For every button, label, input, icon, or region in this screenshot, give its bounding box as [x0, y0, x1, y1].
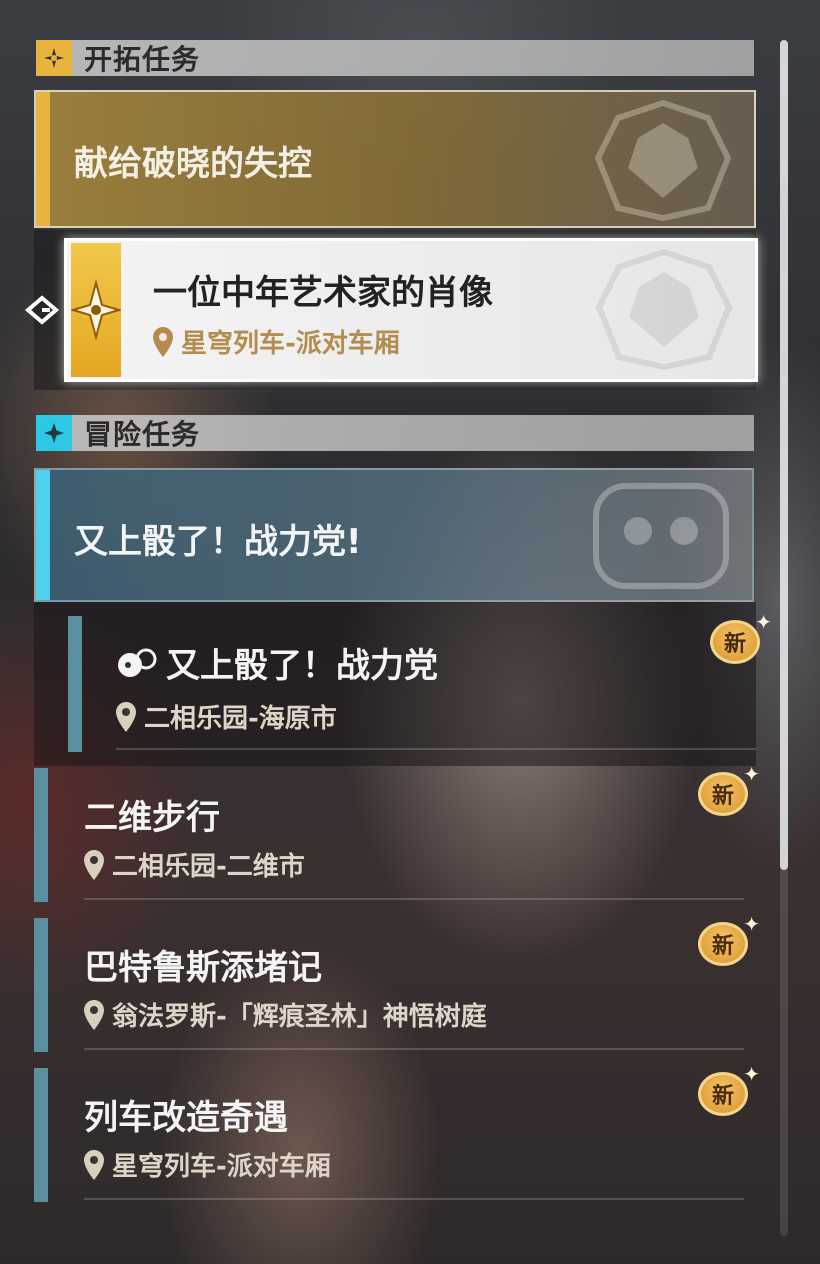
dice-icon [118, 648, 157, 677]
quest-accent-bar [34, 918, 48, 1052]
quest-item-location: 二相乐园-海原市 [116, 698, 337, 735]
quest-title: 献给破晓的失控 [74, 144, 312, 184]
compass-star-icon [36, 40, 72, 76]
compass-star-icon [69, 243, 123, 377]
new-badge: 新 ✦ [698, 912, 760, 968]
quest-item-title: 列车改造奇遇 [84, 1098, 288, 1138]
quest-list-item[interactable]: 巴特鲁斯添堵记 翁法罗斯-「辉痕圣林」神悟树庭 新 ✦ [34, 912, 760, 1052]
sparkle-icon: ✦ [755, 610, 772, 634]
new-badge: 新 ✦ [710, 610, 772, 666]
quest-list-item[interactable]: 列车改造奇遇 星穹列车-派对车厢 新 ✦ [34, 1062, 760, 1202]
section-title: 开拓任务 [84, 43, 201, 76]
quest-title: 又上骰了！战力党! [74, 522, 362, 562]
sparkle-icon: ✦ [743, 912, 760, 936]
quest-item-location: 翁法罗斯-「辉痕圣林」神悟树庭 [84, 996, 487, 1033]
divider [84, 1048, 744, 1050]
quest-item-title: 巴特鲁斯添堵记 [84, 948, 322, 988]
quest-card-adventure[interactable]: 又上骰了！战力党! [34, 468, 754, 602]
quest-item-title: 又上骰了！战力党 [116, 638, 438, 687]
scrollbar-thumb[interactable] [780, 40, 788, 870]
quest-item-location: 星穹列车-派对车厢 [84, 1146, 331, 1183]
quest-card-trailblaze[interactable]: 献给破晓的失控 [34, 90, 756, 228]
quest-emblem-icon [593, 483, 729, 589]
quest-accent-bar [34, 1068, 48, 1202]
map-pin-icon [84, 849, 104, 880]
section-header-trailblaze: 开拓任务 [36, 40, 754, 76]
quest-accent-bar [36, 92, 50, 226]
quest-step-location: 星穹列车-派对车厢 [153, 323, 400, 360]
map-pin-icon [84, 1149, 104, 1180]
quest-item-location: 二相乐园-二维市 [84, 846, 305, 883]
section-title: 冒险任务 [84, 418, 201, 451]
map-pin-icon [116, 701, 136, 732]
section-header-adventure: 冒险任务 [36, 415, 754, 451]
location-text: 星穹列车-派对车厢 [181, 329, 400, 359]
new-badge: 新 ✦ [698, 1062, 760, 1118]
divider [84, 1198, 744, 1200]
map-pin-icon [153, 326, 173, 357]
quest-step-title: 一位中年艺术家的肖像 [153, 273, 493, 313]
quest-emblem-icon [595, 248, 733, 371]
divider [84, 898, 744, 900]
quest-list-item[interactable]: 又上骰了！战力党 二相乐园-海原市 新 ✦ [34, 610, 772, 756]
quest-accent-bar [34, 768, 48, 902]
new-badge: 新 ✦ [698, 762, 760, 818]
selected-quest-step[interactable]: 一位中年艺术家的肖像 星穹列车-派对车厢 [64, 238, 758, 382]
map-pin-icon [84, 999, 104, 1030]
sparkle-icon: ✦ [743, 1062, 760, 1086]
four-point-star-icon [36, 415, 72, 451]
divider [116, 748, 756, 750]
quest-emblem-icon [594, 99, 732, 222]
quest-accent-bar [68, 616, 82, 752]
quest-accent-bar [36, 470, 50, 600]
quest-item-title: 二维步行 [84, 798, 220, 838]
sparkle-icon: ✦ [743, 762, 760, 786]
quest-list-item[interactable]: 二维步行 二相乐园-二维市 新 ✦ [34, 762, 760, 902]
selector-arrow-icon [24, 295, 60, 325]
